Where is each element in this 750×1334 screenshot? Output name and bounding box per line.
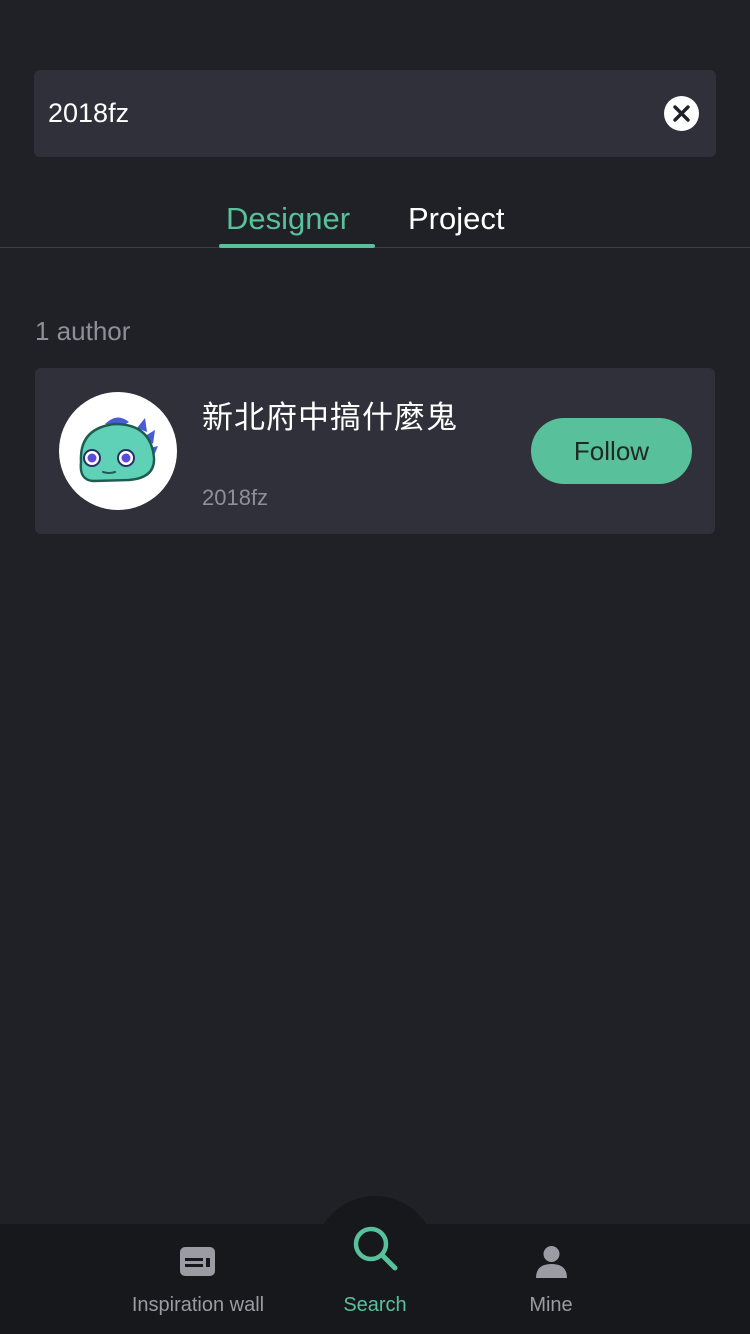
person-icon: [536, 1246, 567, 1278]
author-id: 2018fz: [202, 485, 269, 510]
nav-label-inspiration-wall: Inspiration wall: [131, 1294, 265, 1316]
nav-label-mine: Mine: [529, 1294, 573, 1316]
search-input[interactable]: [34, 70, 644, 157]
active-tab-indicator: [219, 244, 375, 248]
close-icon: [673, 105, 690, 122]
dino-avatar-icon: [79, 417, 158, 483]
result-count: 1 author: [35, 316, 131, 346]
follow-button[interactable]: Follow: [531, 418, 692, 484]
nav-label-search: Search: [343, 1294, 407, 1316]
nav-item-search[interactable]: Search: [314, 1224, 436, 1334]
author-name[interactable]: 新北府中搞什麼鬼: [202, 392, 458, 437]
nav-item-mine[interactable]: Mine: [491, 1224, 611, 1334]
search-screen: Designer Project 1 author: [0, 0, 750, 1334]
result-tabs: Designer Project: [0, 185, 750, 248]
nav-item-inspiration-wall[interactable]: Inspiration wall: [118, 1224, 278, 1334]
search-icon: [353, 1226, 398, 1271]
tab-designer[interactable]: Designer: [226, 201, 350, 237]
search-bar: [34, 70, 716, 157]
clear-search-button[interactable]: [664, 96, 699, 131]
news-card-icon: [180, 1247, 215, 1276]
tab-project[interactable]: Project: [408, 201, 504, 237]
avatar[interactable]: [59, 392, 177, 510]
author-card[interactable]: 新北府中搞什麼鬼 2018fz Follow: [35, 368, 715, 534]
